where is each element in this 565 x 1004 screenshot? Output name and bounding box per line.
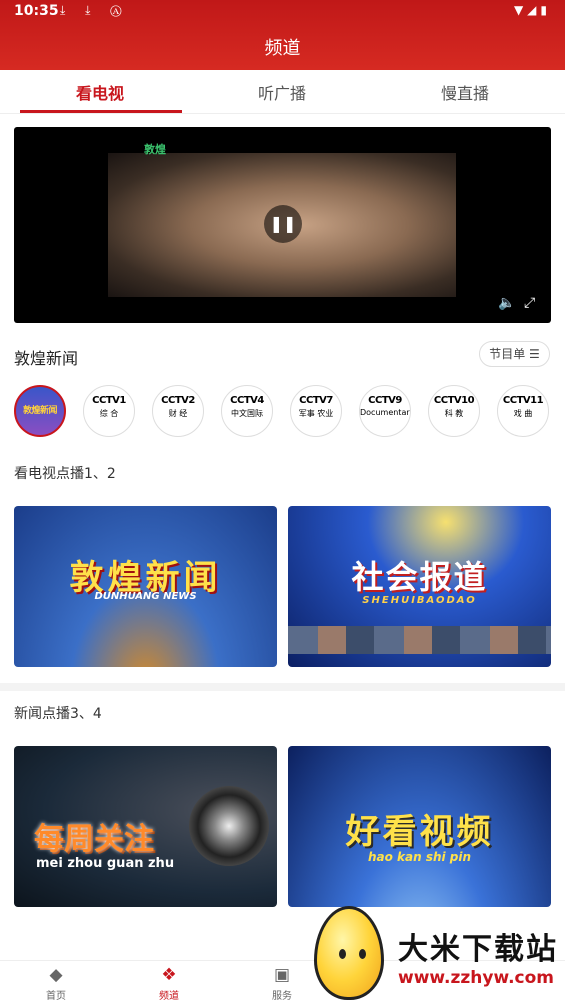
channel-cctv7[interactable]: CCTV7 军事 农业 bbox=[290, 385, 342, 437]
active-tab-indicator bbox=[20, 110, 182, 113]
thumbnail-subtitle: hao kan shi pin bbox=[367, 850, 472, 864]
thumbnail-subtitle: mei zhou guan zhu bbox=[36, 856, 175, 871]
home-icon: ◆ bbox=[49, 965, 63, 985]
status-time: 10:35 bbox=[14, 3, 59, 19]
mascot-eye bbox=[339, 949, 346, 959]
channel-subtitle: 中文国际 bbox=[231, 409, 263, 418]
video-player[interactable]: 敦煌 ❚❚ 🔈 ⤢ bbox=[14, 127, 551, 323]
channel-cctv1[interactable]: CCTV1 综 合 bbox=[83, 385, 135, 437]
channel-name: CCTV9 bbox=[368, 395, 402, 406]
thumbnail-title: 每周关注 bbox=[34, 822, 154, 857]
channel-dunhuang-news[interactable]: 敦煌新闻 bbox=[14, 385, 66, 437]
nav-channel[interactable]: ❖ 频道 bbox=[139, 965, 199, 1002]
service-icon: ▣ bbox=[273, 965, 291, 985]
fullscreen-icon[interactable]: ⤢ bbox=[524, 295, 535, 311]
download-notification-icon: ⤓ ⤓ Ⓐ bbox=[60, 3, 130, 17]
section-divider bbox=[0, 683, 565, 691]
thumbnail-photo-strip bbox=[288, 626, 551, 654]
nav-label: 频道 bbox=[159, 991, 179, 1002]
channel-name: 敦煌新闻 bbox=[22, 406, 58, 416]
channel-cctv9[interactable]: CCTV9 Documentary bbox=[359, 385, 411, 437]
channel-name: CCTV2 bbox=[161, 395, 195, 406]
channel-name: CCTV10 bbox=[433, 395, 475, 406]
schedule-button[interactable]: 节目单 ☰ bbox=[479, 341, 550, 367]
channel-logo-icon: 敦煌 bbox=[144, 143, 166, 156]
nav-home[interactable]: ◆ 首页 bbox=[26, 965, 86, 1002]
channel-subtitle: 军事 农业 bbox=[298, 409, 334, 418]
nav-service[interactable]: ▣ 服务 bbox=[252, 965, 312, 1002]
mascot-eye bbox=[359, 949, 366, 959]
channel-subtitle: 综 合 bbox=[99, 409, 119, 418]
vod-section-title: 看电视点播1、2 bbox=[14, 466, 116, 482]
tab-watch-tv[interactable]: 看电视 bbox=[6, 80, 194, 104]
thumbnail-title: 好看视频 bbox=[345, 812, 494, 852]
thumbnail-subtitle: SHEHUIBAODAO bbox=[362, 595, 477, 606]
site-watermark: 大米下载站 www.zzhyw.com bbox=[310, 902, 565, 1004]
nav-label: 首页 bbox=[46, 991, 66, 1002]
channel-subtitle: 科 教 bbox=[444, 409, 464, 418]
channel-name: CCTV7 bbox=[299, 395, 333, 406]
vod-weekly-focus-thumbnail[interactable]: 每周关注 mei zhou guan zhu bbox=[14, 746, 277, 907]
channel-subtitle: Documentary bbox=[360, 408, 411, 417]
wifi-signal-battery-icon: ▼◢▮ bbox=[513, 3, 551, 17]
channel-cctv10[interactable]: CCTV10 科 教 bbox=[428, 385, 480, 437]
channel-list: 敦煌新闻 CCTV1 综 合 CCTV2 财 经 CCTV4 中文国际 CCTV… bbox=[14, 385, 565, 439]
news-vod-section-title: 新闻点播3、4 bbox=[14, 706, 102, 722]
vod-social-report-thumbnail[interactable]: 社会报道 SHEHUIBAODAO bbox=[288, 506, 551, 667]
vod-dunhuang-news-thumbnail[interactable]: 敦煌新闻 DUNHUANG NEWS bbox=[14, 506, 277, 667]
egg-mascot-icon bbox=[314, 906, 384, 1000]
page-title: 频道 bbox=[264, 38, 301, 59]
watermark-text: 大米下载站 bbox=[398, 932, 558, 967]
channel-tabs: 看电视 听广播 慢直播 bbox=[0, 70, 565, 114]
tab-slow-live[interactable]: 慢直播 bbox=[371, 80, 559, 104]
volume-icon[interactable]: 🔈 bbox=[498, 295, 515, 311]
status-bar: 10:35 ⤓ ⤓ Ⓐ ▼◢▮ bbox=[0, 0, 565, 24]
current-channel-title: 敦煌新闻 bbox=[14, 349, 79, 368]
channel-cctv2[interactable]: CCTV2 财 经 bbox=[152, 385, 204, 437]
channel-name: CCTV11 bbox=[502, 395, 544, 406]
channel-subtitle: 戏 曲 bbox=[513, 409, 533, 418]
thumbnail-subtitle: DUNHUANG NEWS bbox=[94, 591, 197, 602]
channel-icon: ❖ bbox=[161, 965, 177, 985]
watermark-url: www.zzhyw.com bbox=[398, 968, 555, 988]
tab-listen-radio[interactable]: 听广播 bbox=[188, 80, 376, 104]
channel-name: CCTV4 bbox=[230, 395, 264, 406]
channel-subtitle: 财 经 bbox=[168, 409, 188, 418]
pause-button[interactable]: ❚❚ bbox=[264, 205, 302, 243]
nav-label: 服务 bbox=[272, 991, 292, 1002]
vod-good-video-thumbnail[interactable]: 好看视频 hao kan shi pin bbox=[288, 746, 551, 907]
channel-name: CCTV1 bbox=[92, 395, 126, 406]
thumbnail-title: 社会报道 bbox=[351, 558, 488, 596]
channel-cctv11[interactable]: CCTV11 戏 曲 bbox=[497, 385, 549, 437]
top-header: 10:35 ⤓ ⤓ Ⓐ ▼◢▮ 频道 bbox=[0, 0, 565, 70]
channel-cctv4[interactable]: CCTV4 中文国际 bbox=[221, 385, 273, 437]
